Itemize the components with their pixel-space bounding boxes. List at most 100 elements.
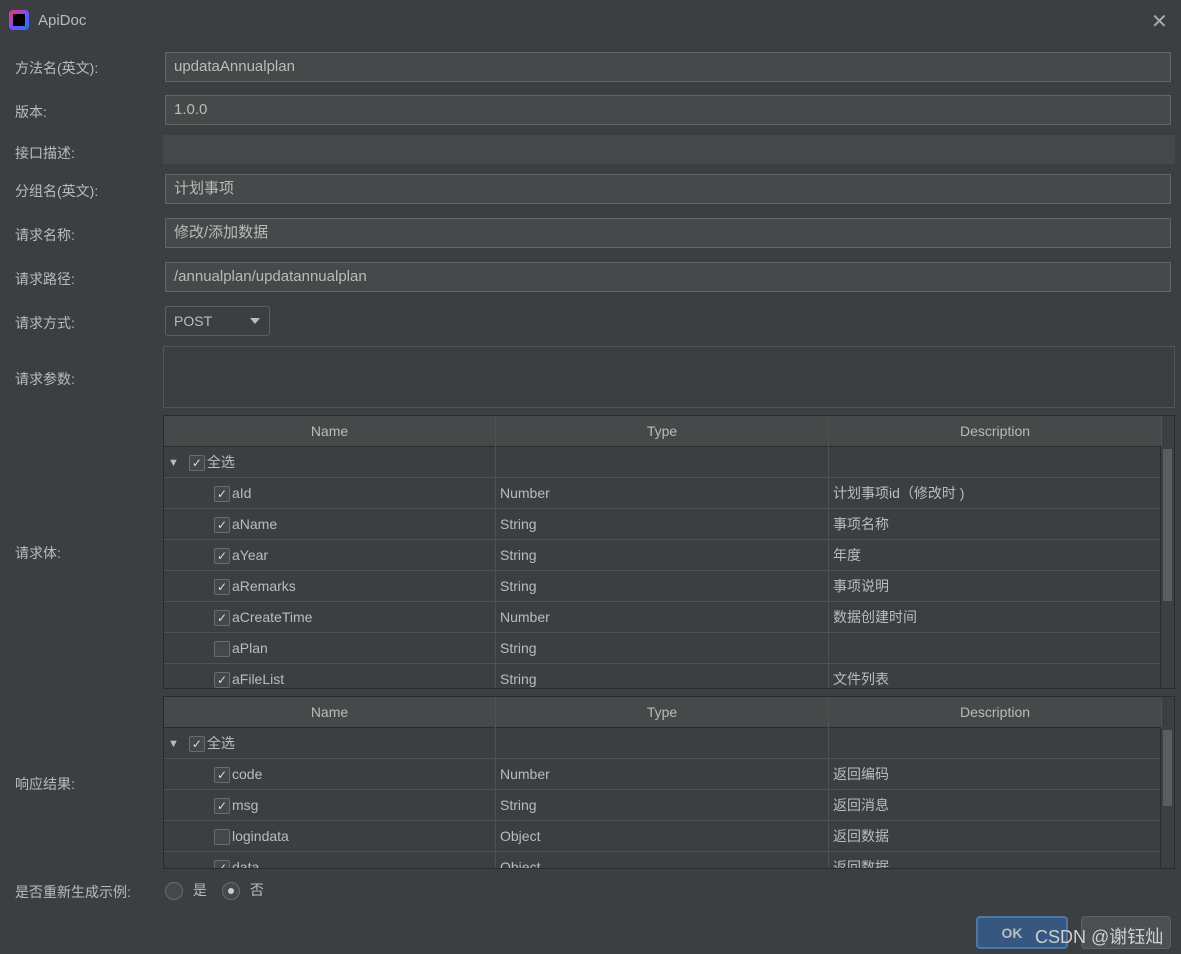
regen-no-label: 否 (249, 882, 264, 898)
table-row[interactable]: ✓ aCreateTime Number 数据创建时间 (164, 602, 1162, 633)
field-description: 年度 (829, 540, 1162, 571)
field-name: logindata (232, 828, 289, 844)
watermark: CSDN @谢钰灿 (1035, 927, 1164, 947)
scrollbar-thumb[interactable] (1163, 730, 1172, 806)
field-name: aCreateTime (232, 609, 313, 625)
tree-root-row[interactable]: ▼ ✓ 全选 (164, 447, 1162, 478)
field-description: 文件列表 (829, 664, 1162, 688)
table-row[interactable]: ✓ data Object 返回数据 (164, 852, 1162, 869)
request-body-table: Name Type Description ▼ ✓ 全选 ✓ aId Number 计划事项id（… (163, 415, 1175, 689)
table-row[interactable]: ✓ msg String 返回消息 (164, 790, 1162, 821)
table-row[interactable]: aPlan String (164, 633, 1162, 664)
table-row[interactable]: ✓ aYear String 年度 (164, 540, 1162, 571)
request-method-value: POST (174, 313, 213, 329)
request-body-label: 请求体: (15, 545, 61, 561)
checkbox[interactable]: ✓ (188, 455, 205, 472)
expand-triangle-icon[interactable]: ▼ (168, 448, 179, 478)
field-name: aPlan (232, 640, 268, 656)
request-method-label: 请求方式: (15, 315, 75, 331)
checkbox[interactable]: ✓ (214, 610, 230, 627)
field-name: aFileList (232, 671, 285, 687)
vertical-scrollbar[interactable] (1160, 447, 1174, 688)
table-row[interactable]: ✓ code Number 返回编码 (164, 759, 1162, 790)
column-header[interactable]: Name (164, 416, 496, 447)
field-name: data (232, 859, 260, 869)
field-name: aName (232, 516, 278, 532)
request-method-select[interactable]: POST (165, 306, 270, 336)
tree-root-row[interactable]: ▼ ✓ 全选 (164, 728, 1162, 759)
regen-yes-label: 是 (192, 882, 207, 898)
description-label: 接口描述: (15, 145, 75, 161)
table-row[interactable]: logindata Object 返回数据 (164, 821, 1162, 852)
column-header[interactable]: Name (164, 697, 496, 728)
field-type: Number (496, 602, 829, 633)
request-name-label: 请求名称: (15, 227, 75, 243)
checkbox[interactable]: ✓ (188, 736, 205, 753)
field-description (829, 633, 1162, 664)
field-type: Object (496, 821, 829, 852)
column-header[interactable]: Description (829, 697, 1162, 728)
field-name: msg (232, 797, 259, 813)
field-description: 返回数据 (829, 852, 1162, 868)
version-input[interactable]: 1.0.0 (165, 95, 1171, 125)
response-table: Name Type Description ▼ ✓ 全选 ✓ code Number 返回编码 ✓ m… (163, 696, 1175, 869)
method-name-input[interactable]: updataAnnualplan (165, 52, 1171, 82)
request-path-label: 请求路径: (15, 271, 75, 287)
checkbox[interactable]: ✓ (214, 798, 230, 815)
field-name: aRemarks (232, 578, 296, 594)
regenerate-label: 是否重新生成示例: (15, 884, 131, 900)
table-row[interactable]: ✓ aName String 事项名称 (164, 509, 1162, 540)
field-type: String (496, 540, 829, 571)
vertical-scrollbar[interactable] (1160, 728, 1174, 868)
table-row[interactable]: ✓ aFileList String 文件列表 (164, 664, 1162, 688)
scrollbar-thumb[interactable] (1163, 449, 1172, 601)
column-header[interactable]: Description (829, 416, 1162, 447)
field-type: String (496, 509, 829, 540)
request-params-label: 请求参数: (15, 371, 75, 387)
table-row[interactable]: ✓ aId Number 计划事项id（修改时 ) (164, 478, 1162, 509)
checkbox[interactable]: ✓ (214, 548, 230, 565)
version-label: 版本: (15, 104, 47, 120)
regen-no-radio[interactable]: 否 (222, 880, 264, 901)
method-name-label: 方法名(英文): (15, 60, 99, 76)
field-description: 事项名称 (829, 509, 1162, 540)
regen-yes-radio[interactable]: 是 (165, 880, 207, 901)
checkbox[interactable]: ✓ (214, 860, 230, 868)
expand-triangle-icon[interactable]: ▼ (168, 729, 179, 759)
field-description: 计划事项id（修改时 ) (829, 478, 1162, 509)
field-name: code (232, 766, 263, 782)
field-description: 返回编码 (829, 759, 1162, 790)
checkbox[interactable] (214, 829, 230, 846)
column-header[interactable]: Type (496, 416, 829, 447)
field-type: String (496, 790, 829, 821)
response-label: 响应结果: (15, 776, 75, 792)
radio-yes[interactable] (165, 882, 183, 901)
checkbox[interactable]: ✓ (214, 486, 230, 503)
checkbox[interactable]: ✓ (214, 767, 230, 784)
field-description: 事项说明 (829, 571, 1162, 602)
request-name-input[interactable]: 修改/添加数据 (165, 218, 1171, 248)
request-path-input[interactable]: /annualplan/updatannualplan (165, 262, 1171, 292)
field-type: String (496, 633, 829, 664)
field-type: Number (496, 759, 829, 790)
checkbox[interactable] (214, 641, 230, 658)
window-title: ApiDoc (38, 12, 87, 29)
close-icon[interactable]: ✕ (1151, 9, 1168, 34)
field-description: 返回数据 (829, 821, 1162, 852)
checkbox[interactable]: ✓ (214, 672, 230, 688)
radio-no[interactable] (222, 882, 240, 901)
field-type: String (496, 664, 829, 688)
request-params-textarea[interactable] (163, 346, 1175, 408)
field-description: 数据创建时间 (829, 602, 1162, 633)
field-name: aId (232, 485, 252, 501)
group-name-input[interactable]: 计划事项 (165, 174, 1171, 204)
ok-label: OK (1001, 925, 1023, 941)
app-logo-icon (9, 10, 29, 30)
field-type: String (496, 571, 829, 602)
column-header[interactable]: Type (496, 697, 829, 728)
checkbox[interactable]: ✓ (214, 517, 230, 534)
table-row[interactable]: ✓ aRemarks String 事项说明 (164, 571, 1162, 602)
field-description: 返回消息 (829, 790, 1162, 821)
checkbox[interactable]: ✓ (214, 579, 230, 596)
description-input[interactable] (163, 135, 1175, 164)
